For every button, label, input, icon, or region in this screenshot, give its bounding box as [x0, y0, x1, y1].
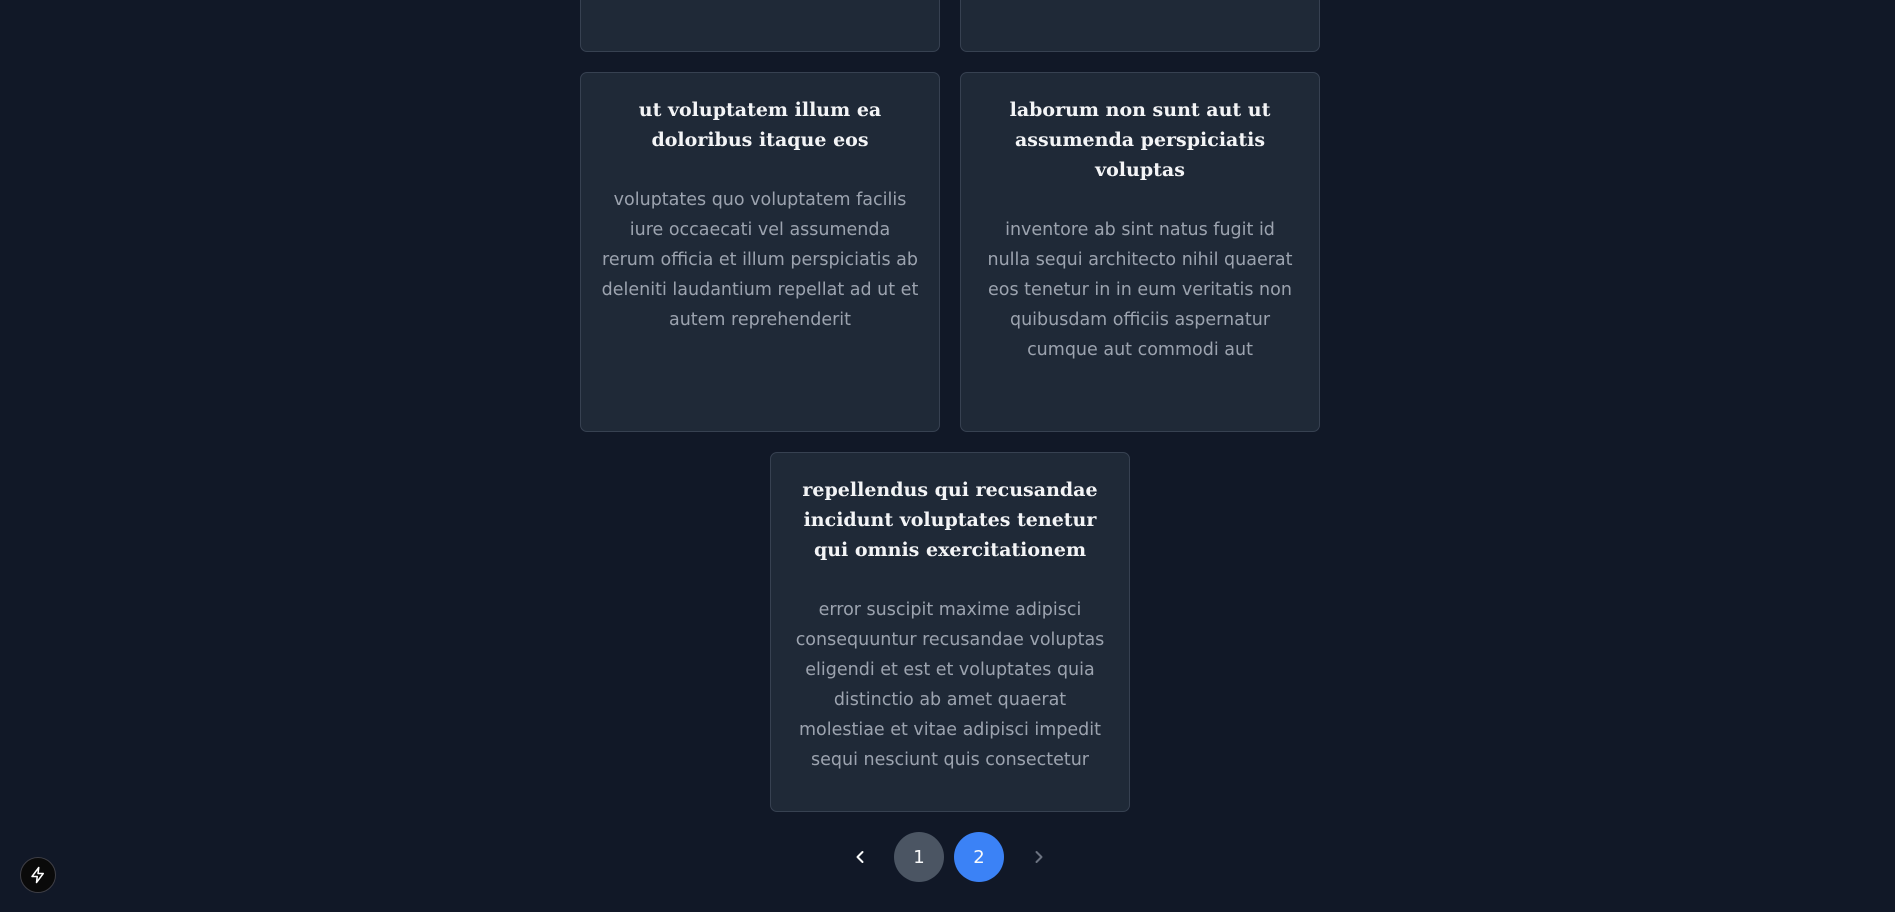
post-title: ut voluptatem illum ea doloribus itaque …: [638, 99, 882, 151]
post-body: voluptates quo voluptatem facilis iure o…: [601, 190, 919, 330]
post-title: laborum non sunt aut ut assumenda perspi…: [1009, 99, 1271, 181]
pagination: 1 2: [0, 832, 1895, 884]
post-card: laborum non sunt aut ut assumenda perspi…: [960, 72, 1320, 432]
chevron-right-icon: [1035, 851, 1043, 863]
post-card: ut voluptatem illum ea doloribus itaque …: [580, 72, 940, 432]
chevron-left-icon: [856, 851, 864, 863]
post-card: repellendus qui recusandae incidunt volu…: [770, 452, 1130, 812]
page-button-1[interactable]: 1: [894, 832, 944, 882]
post-body: error suscipit maxime adipisci consequun…: [795, 600, 1105, 770]
posts-page: ut voluptatem illum ea doloribus itaque …: [0, 0, 1895, 912]
post-body: inventore ab sint natus fugit id nulla s…: [987, 220, 1293, 360]
post-card-partial: [580, 0, 940, 52]
post-title: repellendus qui recusandae incidunt volu…: [802, 479, 1098, 561]
lightning-bolt-icon: [31, 866, 44, 884]
dev-tools-badge[interactable]: [20, 857, 56, 893]
previous-page-button[interactable]: [845, 832, 875, 882]
page-button-2-active[interactable]: 2: [954, 832, 1004, 882]
next-page-button[interactable]: [1024, 832, 1054, 882]
post-card-partial: [960, 0, 1320, 52]
